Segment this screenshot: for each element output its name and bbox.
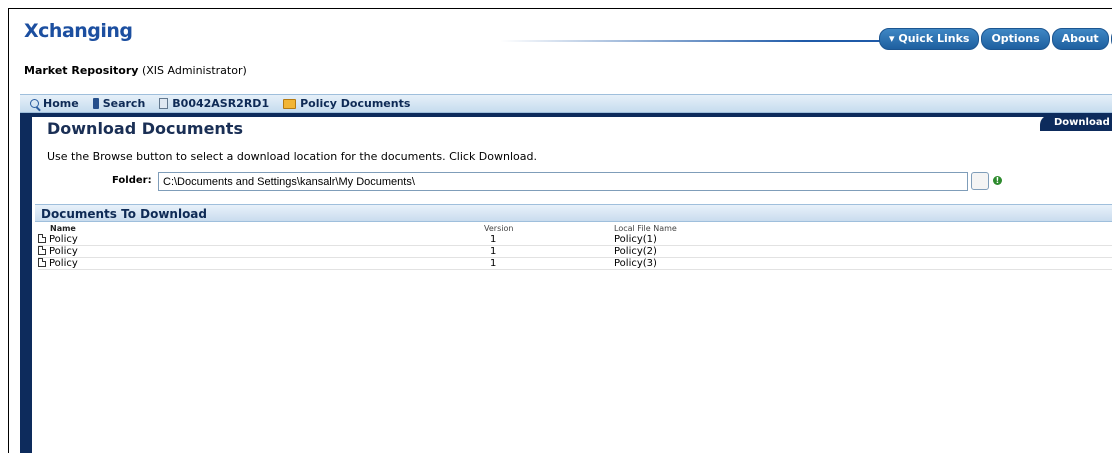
nav-item-label: Search [102,97,146,110]
row-name: Policy [38,246,78,257]
document-icon [159,98,169,109]
nav-item-label: B0042ASR2RD1 [172,97,270,110]
page-title: Download Documents [47,119,243,138]
nav-item-record[interactable]: B0042ASR2RD1 [159,97,269,110]
row-local-file: Policy(2) [614,246,657,257]
folder-path-input[interactable] [158,172,968,191]
options-button[interactable]: Options [981,28,1050,50]
user-role: (XIS Administrator) [141,64,247,77]
documents-table: Name Version Local File Name Policy 1 Po… [38,223,1112,270]
header-divider [500,40,880,42]
row-name: Policy [38,258,78,269]
folder-label: Folder: [112,175,152,186]
nav-item-home[interactable]: Home [30,97,79,110]
file-icon [38,258,46,267]
instruction-text: Use the Browse button to select a downlo… [47,150,537,163]
column-local-file-header[interactable]: Local File Name [614,224,677,233]
doc-name: Policy [49,258,78,269]
column-version-header[interactable]: Version [484,224,513,233]
search-icon [30,99,39,108]
row-version: 1 [490,258,497,269]
left-edge-bar [20,113,32,453]
table-header: Name Version Local File Name [38,223,1112,234]
breadcrumb-nav: Home Search B0042ASR2RD1 Policy Document… [20,94,1112,113]
column-name-header[interactable]: Name [50,224,76,233]
table-row[interactable]: Policy 1 Policy(1) [38,234,1112,246]
xchanging-logo[interactable]: Xchanging [24,20,133,42]
table-row[interactable]: Policy 1 Policy(2) [38,246,1112,258]
file-icon [38,234,46,243]
book-icon [92,98,99,109]
file-icon [38,246,46,255]
info-icon: ! [993,176,1002,185]
nav-item-search[interactable]: Search [92,97,146,110]
nav-item-label: Home [43,97,79,110]
header-buttons: ▾ Quick Links Options About Lo [879,28,1112,50]
documents-section-header: Documents To Download [35,204,1112,222]
folder-icon [283,98,297,109]
download-button[interactable]: Download [1040,115,1112,131]
nav-item-policy-documents[interactable]: Policy Documents [283,97,410,110]
row-version: 1 [490,246,497,257]
doc-name: Policy [49,234,78,245]
app-name: Market Repository [24,64,139,77]
app-subtitle: Market Repository (XIS Administrator) [24,64,247,77]
row-local-file: Policy(1) [614,234,657,245]
row-version: 1 [490,234,497,245]
row-name: Policy [38,234,78,245]
main-panel [32,117,1112,453]
nav-item-label: Policy Documents [300,97,411,110]
table-row[interactable]: Policy 1 Policy(3) [38,258,1112,270]
row-local-file: Policy(3) [614,258,657,269]
about-button[interactable]: About [1051,28,1109,50]
browse-button[interactable] [971,172,989,190]
doc-name: Policy [49,246,78,257]
quick-links-button[interactable]: ▾ Quick Links [879,28,980,50]
